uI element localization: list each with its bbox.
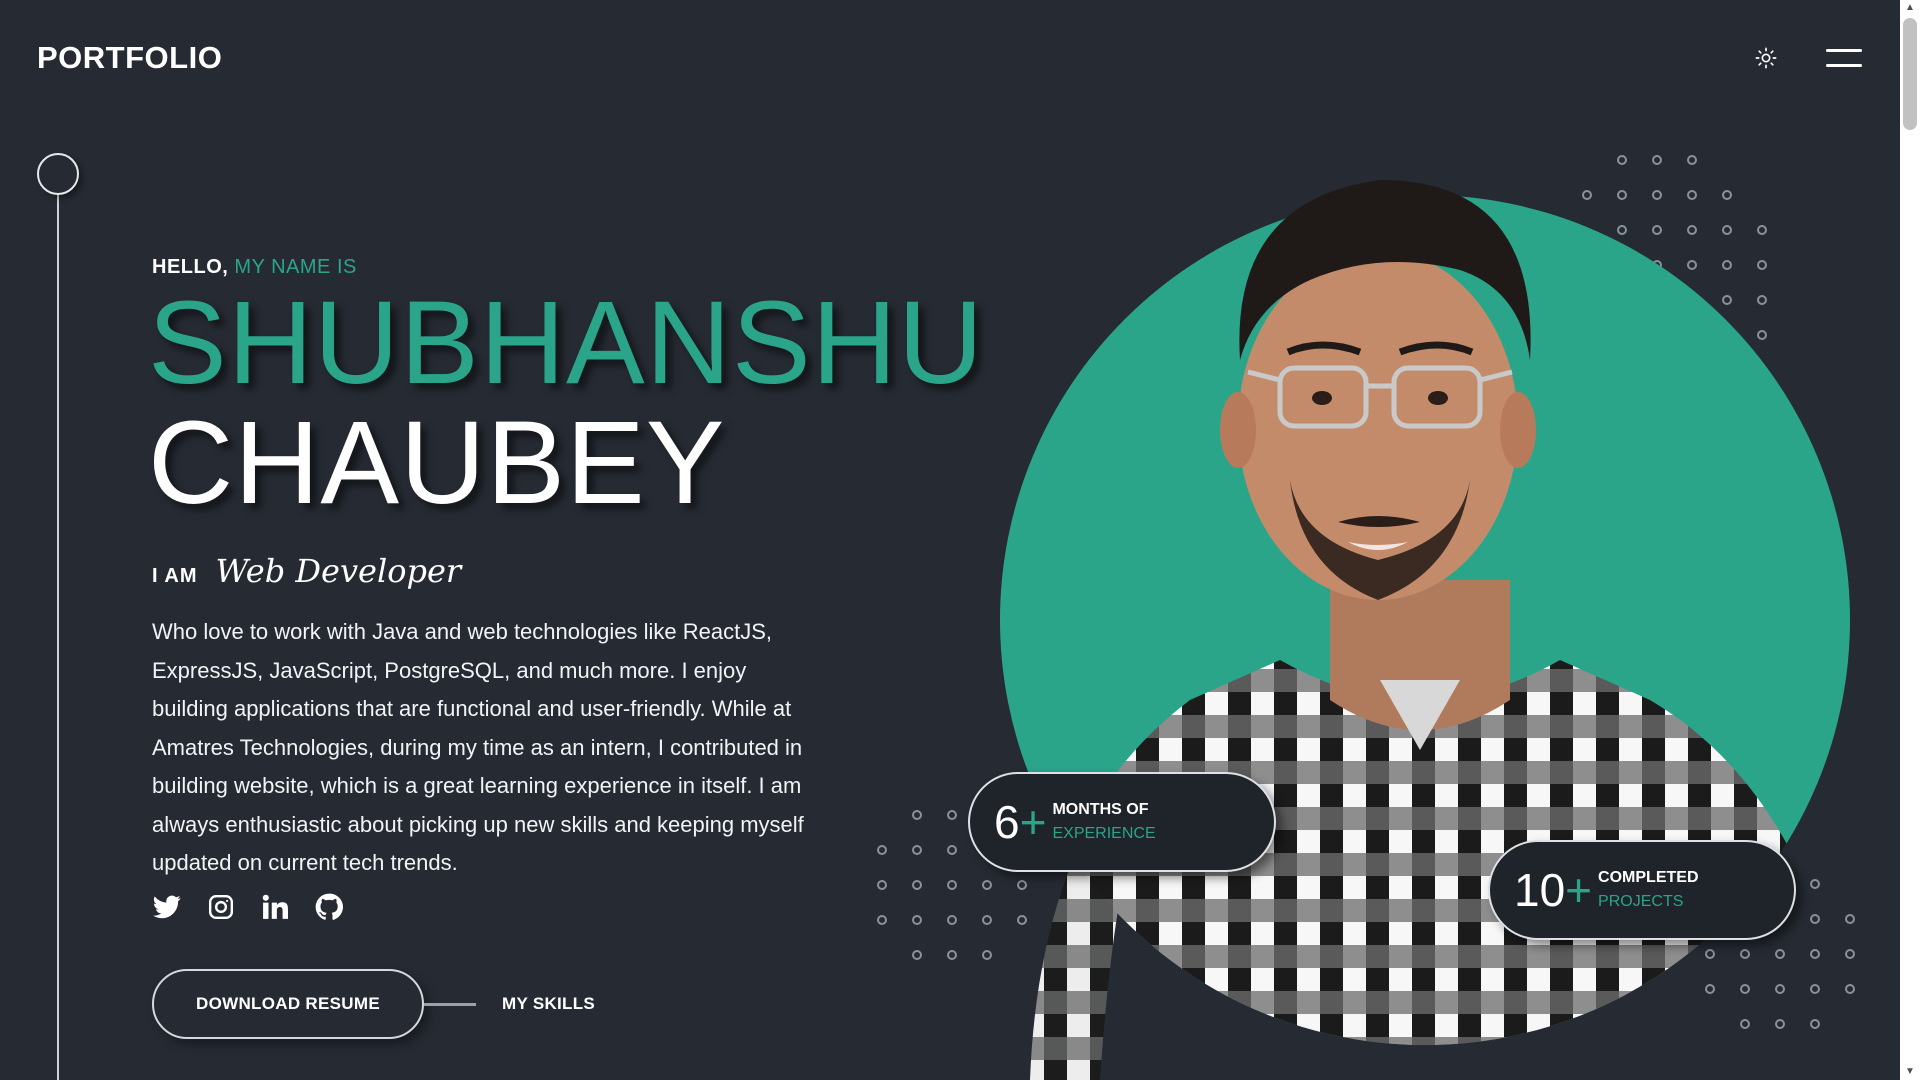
scroll-up-arrow[interactable]: ▲ xyxy=(1900,0,1920,16)
projects-number: 10 xyxy=(1514,864,1566,916)
experience-label: MONTHS OF EXPERIENCE xyxy=(1052,798,1155,846)
page-scrollbar[interactable] xyxy=(1900,0,1920,1080)
role-prefix: I AM xyxy=(152,565,198,587)
scroll-down-arrow[interactable]: ▼ xyxy=(1900,1064,1920,1080)
scroll-progress-rail xyxy=(57,192,59,1080)
role-title: Web Developer xyxy=(215,552,462,590)
sun-icon[interactable] xyxy=(1752,44,1780,72)
role-line: I AM Web Developer xyxy=(152,552,461,590)
greeting: HELLO, MY NAME IS xyxy=(152,256,357,279)
experience-label-line1: MONTHS OF xyxy=(1052,801,1149,818)
experience-number: 6 xyxy=(994,796,1020,848)
scroll-progress-indicator xyxy=(37,153,79,195)
twitter-icon[interactable] xyxy=(152,892,182,922)
experience-stat-card: 6 + MONTHS OF EXPERIENCE xyxy=(968,772,1276,872)
cta-connector-line xyxy=(424,1002,476,1006)
projects-label: COMPLETED PROJECTS xyxy=(1598,866,1698,914)
scrollbar-thumb[interactable] xyxy=(1903,18,1917,130)
social-links xyxy=(152,892,344,922)
download-resume-button[interactable]: DOWNLOAD RESUME xyxy=(152,969,424,1039)
linkedin-icon[interactable] xyxy=(260,892,290,922)
experience-label-line2: EXPERIENCE xyxy=(1052,825,1156,842)
site-header: PORTFOLIO xyxy=(0,0,1900,120)
projects-plus: + xyxy=(1565,864,1593,916)
experience-plus: + xyxy=(1019,796,1047,848)
instagram-icon[interactable] xyxy=(206,892,236,922)
projects-label-line1: COMPLETED xyxy=(1598,869,1699,886)
bio-paragraph: Who love to work with Java and web techn… xyxy=(152,619,804,875)
last-name: CHAUBEY xyxy=(148,397,726,529)
my-skills-link[interactable]: MY SKILLS xyxy=(502,994,595,1014)
cta-row: DOWNLOAD RESUME MY SKILLS xyxy=(152,969,595,1039)
greeting-hello: HELLO, xyxy=(152,256,229,278)
projects-label-line2: PROJECTS xyxy=(1598,893,1684,910)
github-icon[interactable] xyxy=(314,892,344,922)
hamburger-menu-icon[interactable] xyxy=(1826,46,1862,70)
projects-stat-card: 10 + COMPLETED PROJECTS xyxy=(1488,840,1796,940)
greeting-accent: MY NAME IS xyxy=(234,256,357,278)
site-logo[interactable]: PORTFOLIO xyxy=(37,40,222,76)
first-name: SHUBHANSHU xyxy=(148,277,985,409)
